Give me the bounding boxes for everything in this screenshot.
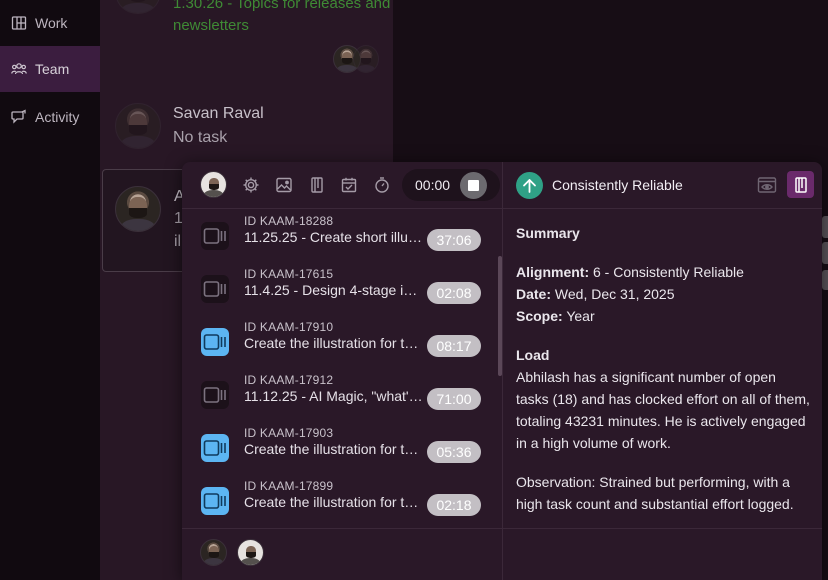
task-id: ID KAAM-17910: [244, 320, 334, 334]
observation-text: Observation: Strained but performing, wi…: [516, 474, 794, 512]
calendar-check-icon[interactable]: [338, 174, 360, 196]
current-task-text: 1.30.26 - Topics for releases and newsle…: [173, 0, 391, 34]
task-row[interactable]: ID KAAM-17615 11.4.25 - Design 4-stage i…: [182, 261, 498, 314]
stopwatch-icon[interactable]: [371, 174, 393, 196]
member-status: No task: [173, 129, 228, 146]
task-time-badge: 02:08: [427, 282, 481, 304]
arrow-up-icon: [516, 172, 543, 199]
alignment-line: Alignment: 6 - Consistently Reliable: [516, 261, 812, 283]
task-title: Create the illustration for t…: [244, 441, 419, 457]
avatar[interactable]: [200, 171, 227, 198]
scope-line: Scope: Year: [516, 305, 812, 327]
stop-button[interactable]: [460, 172, 487, 199]
sidebar-item-label: Activity: [35, 109, 80, 125]
video-icon: [201, 275, 229, 303]
alignment-value: 6 - Consistently Reliable: [593, 264, 744, 280]
document-icon[interactable]: [787, 171, 814, 198]
date-label: Date:: [516, 286, 552, 302]
task-title: 11.4.25 - Design 4-stage ic…: [244, 282, 424, 298]
task-time-badge: 05:36: [427, 441, 481, 463]
background-fragment: [822, 270, 828, 290]
task-time-badge: 37:06: [427, 229, 481, 251]
load-text: Abhilash has a significant number of ope…: [516, 369, 810, 451]
sidebar-item-work[interactable]: Work: [0, 0, 100, 46]
sidebar: Work Team Activity: [0, 0, 100, 580]
image-icon[interactable]: [273, 174, 295, 196]
summary-heading: Summary: [516, 225, 580, 241]
task-title: 11.25.25 - Create short illu…: [244, 229, 422, 245]
task-title: Create the illustration for t…: [244, 494, 419, 510]
member-detail-popup: 00:00 ID KAAM-18288 11.25.25 - Create sh…: [182, 162, 822, 580]
scope-value: Year: [566, 308, 595, 324]
preview-icon[interactable]: [756, 174, 778, 196]
background-fragment: [822, 242, 828, 264]
task-list: ID KAAM-18288 11.25.25 - Create short il…: [182, 208, 502, 528]
task-id: ID KAAM-17615: [244, 267, 334, 281]
date-value: Wed, Dec 31, 2025: [554, 286, 675, 302]
scope-label: Scope:: [516, 308, 563, 324]
background-fragment: [822, 216, 828, 238]
team-icon: [11, 63, 27, 75]
member-name[interactable]: Savan Raval: [173, 105, 264, 123]
video-icon: [201, 487, 229, 515]
video-icon: [201, 328, 229, 356]
task-row[interactable]: ID KAAM-17903 Create the illustration fo…: [182, 420, 498, 473]
timer-pill: 00:00: [402, 169, 500, 201]
task-title: Create the illustration for t…: [244, 335, 419, 351]
avatar[interactable]: [237, 539, 264, 566]
task-id: ID KAAM-17899: [244, 479, 334, 493]
task-row[interactable]: ID KAAM-18288 11.25.25 - Create short il…: [182, 208, 498, 261]
task-id: ID KAAM-18288: [244, 214, 334, 228]
video-icon: [201, 434, 229, 462]
task-row[interactable]: ID KAAM-17910 Create the illustration fo…: [182, 314, 498, 367]
sidebar-item-team[interactable]: Team: [0, 46, 100, 92]
task-time-badge: 08:17: [427, 335, 481, 357]
avatar[interactable]: [200, 539, 227, 566]
gear-icon[interactable]: [240, 174, 262, 196]
task-title: 11.12.25 - AI Magic, "what'…: [244, 388, 423, 404]
task-row[interactable]: ID KAAM-17912 11.12.25 - AI Magic, "what…: [182, 367, 498, 420]
task-time-badge: 02:18: [427, 494, 481, 516]
task-row[interactable]: ID KAAM-17899 Create the illustration fo…: [182, 473, 498, 526]
reliability-label: Consistently Reliable: [552, 177, 683, 193]
document-icon[interactable]: [306, 174, 328, 196]
activity-icon: [11, 109, 26, 124]
sidebar-item-label: Team: [35, 61, 70, 77]
popup-toolbar: 00:00: [182, 162, 502, 208]
task-id: ID KAAM-17903: [244, 426, 334, 440]
timer-display: 00:00: [415, 177, 451, 193]
avatar: [116, 0, 160, 14]
sidebar-item-activity[interactable]: Activity: [0, 94, 100, 140]
board-icon: [11, 16, 27, 30]
video-icon: [201, 381, 229, 409]
task-id: ID KAAM-17912: [244, 373, 334, 387]
assignee-avatars: [182, 528, 502, 580]
sidebar-item-label: Work: [35, 15, 68, 31]
video-icon: [201, 222, 229, 250]
divider: [502, 162, 503, 580]
avatar: [115, 186, 161, 232]
avatar: [115, 103, 161, 149]
date-line: Date: Wed, Dec 31, 2025: [516, 283, 812, 305]
member-status: il: [174, 233, 182, 250]
summary-panel: Summary Alignment: 6 - Consistently Reli…: [516, 222, 812, 515]
task-time-badge: 71:00: [427, 388, 481, 410]
task-list-scrollbar[interactable]: [498, 256, 502, 376]
load-heading: Load: [516, 347, 550, 363]
alignment-label: Alignment:: [516, 264, 590, 280]
avatar: [353, 45, 379, 73]
